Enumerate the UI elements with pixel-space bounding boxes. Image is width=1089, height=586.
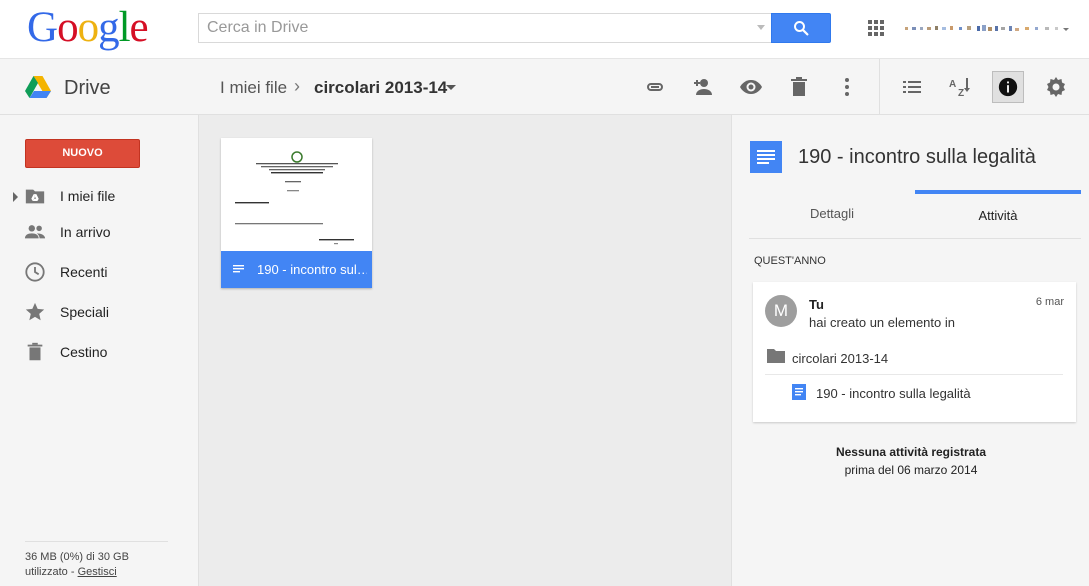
folder-menu-dropdown-icon[interactable] (446, 85, 456, 90)
sidebar-item-label: Recenti (60, 264, 108, 280)
tab-activity[interactable]: Attività (915, 190, 1081, 238)
people-icon (24, 225, 46, 239)
no-activity-date: prima del 06 marzo 2014 (844, 463, 978, 477)
details-panel: 190 - incontro sulla legalità Dettagli A… (731, 115, 1089, 586)
document-icon (792, 384, 806, 400)
my-drive-folder-icon (25, 189, 45, 204)
google-logo[interactable]: Google (27, 5, 149, 51)
sort-az-icon[interactable]: A Z (948, 75, 972, 99)
share-add-person-icon[interactable] (691, 75, 715, 99)
activity-file-link[interactable]: 190 - incontro sulla legalità (816, 386, 971, 401)
sidebar-item-incoming[interactable]: In arrivo (0, 217, 199, 247)
sidebar-item-starred[interactable]: Speciali (0, 297, 199, 327)
details-toggle-button[interactable] (992, 71, 1024, 103)
sidebar-item-recent[interactable]: Recenti (0, 257, 199, 287)
app-name: Drive (64, 77, 111, 99)
activity-card: M Tu 6 mar hai creato un elemento in cir… (753, 282, 1076, 422)
sidebar-item-trash[interactable]: Cestino (0, 337, 199, 367)
clock-icon (25, 262, 45, 282)
document-preview-image (235, 151, 354, 245)
toolbar-divider (879, 59, 880, 115)
link-icon[interactable] (643, 75, 667, 99)
document-icon (233, 265, 244, 273)
sidebar-item-label: Cestino (60, 344, 108, 360)
account-menu[interactable] (905, 24, 1070, 34)
sidebar-item-label: I miei file (60, 188, 116, 204)
tab-details[interactable]: Dettagli (749, 190, 915, 238)
drive-toolbar: Drive I miei file › circolari 2013-14 A … (0, 59, 1089, 115)
activity-description: hai creato un elemento in (809, 315, 955, 330)
tabs-divider (749, 238, 1081, 239)
top-bar: Google (0, 0, 1089, 59)
folder-icon (767, 349, 785, 363)
new-button[interactable]: NUOVO (25, 139, 140, 168)
activity-divider (765, 374, 1063, 375)
sidebar-item-my-drive[interactable]: I miei file (0, 181, 199, 211)
breadcrumb-root[interactable]: I miei file (220, 78, 287, 98)
drive-logo-icon[interactable] (25, 76, 51, 98)
activity-actor: Tu (809, 297, 824, 312)
apps-grid-icon[interactable] (868, 20, 884, 36)
sidebar: NUOVO I miei file In arrivo Recenti Spec… (0, 115, 199, 586)
storage-usage-suffix: utilizzato - Gestisci (25, 566, 117, 578)
storage-divider (25, 541, 168, 542)
file-name: 190 - incontro sul… (257, 262, 367, 277)
breadcrumb-current-folder[interactable]: circolari 2013-14 (314, 78, 447, 98)
trash-icon (27, 342, 43, 361)
info-icon (998, 77, 1018, 97)
more-options-icon[interactable] (835, 75, 859, 99)
storage-usage: 36 MB (0%) di 30 GB (25, 551, 129, 563)
details-title: 190 - incontro sulla legalità (798, 146, 1036, 168)
settings-gear-icon[interactable] (1044, 75, 1068, 99)
no-activity-message: Nessuna attività registrata (835, 445, 987, 459)
file-card[interactable]: 190 - incontro sul… (221, 138, 372, 288)
file-grid: 190 - incontro sul… (199, 115, 731, 586)
search-button[interactable] (771, 13, 831, 43)
file-label-bar: 190 - incontro sul… (221, 251, 372, 288)
search-options-chevron-icon[interactable] (757, 25, 765, 30)
star-icon (25, 302, 45, 321)
search-box (198, 13, 771, 43)
list-view-icon[interactable] (900, 75, 924, 99)
activity-folder-link[interactable]: circolari 2013-14 (792, 351, 888, 366)
manage-storage-link[interactable]: Gestisci (78, 566, 117, 578)
avatar: M (765, 295, 797, 327)
activity-date: 6 mar (1035, 296, 1064, 308)
document-type-icon (750, 141, 782, 173)
sidebar-item-label: Speciali (60, 304, 110, 320)
delete-trash-icon[interactable] (787, 75, 811, 99)
search-input[interactable] (199, 14, 739, 42)
breadcrumb-separator-chevron-icon: › (294, 76, 300, 96)
search-icon (794, 21, 809, 36)
storage-used-label: utilizzato - (25, 566, 78, 578)
section-label: QUEST'ANNO (754, 255, 826, 267)
file-thumbnail (221, 138, 372, 251)
svg-text:Z: Z (958, 88, 964, 99)
preview-eye-icon[interactable] (739, 75, 763, 99)
svg-text:A: A (949, 79, 956, 90)
sidebar-item-label: In arrivo (60, 224, 111, 240)
